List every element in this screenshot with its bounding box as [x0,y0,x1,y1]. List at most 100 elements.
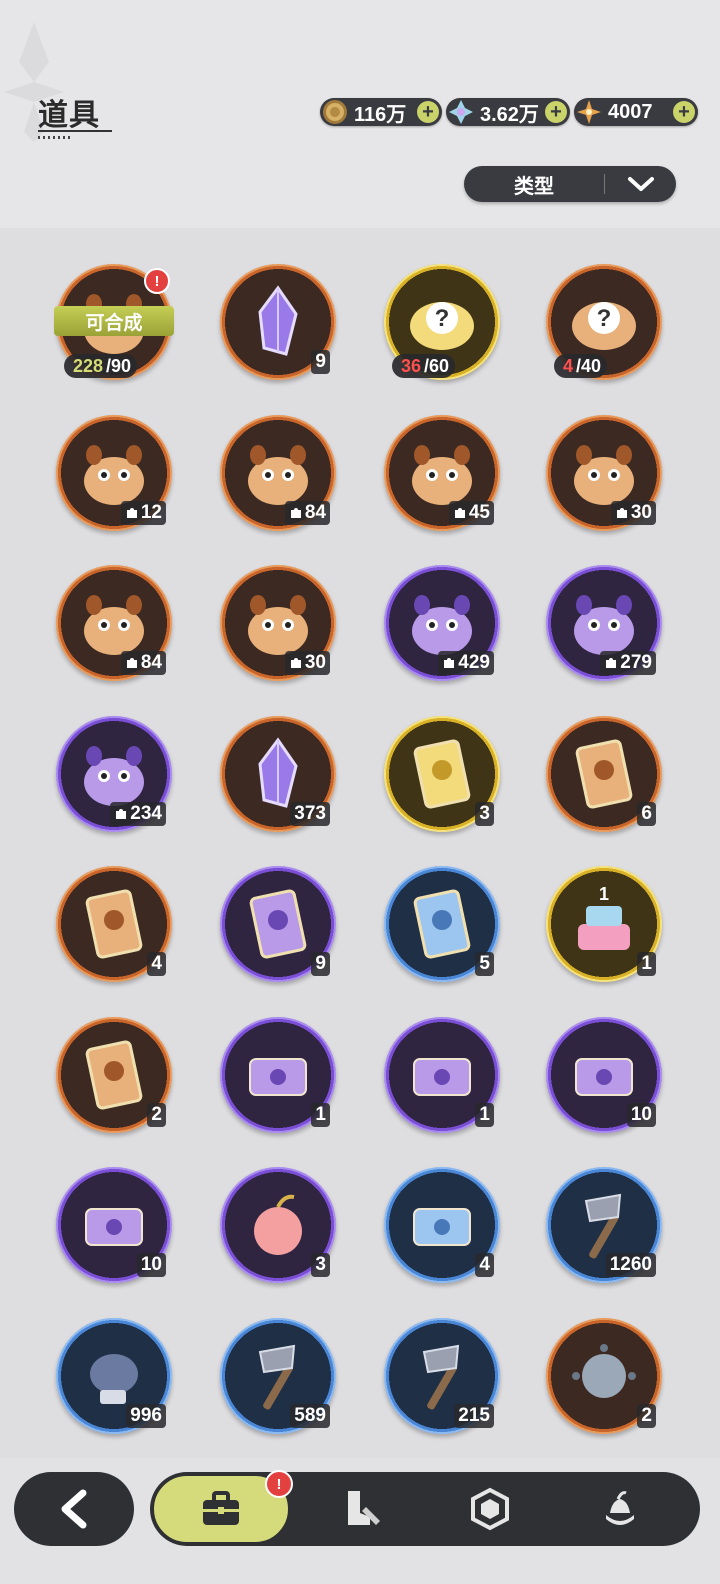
item-slot[interactable]: 1260 [546,1167,662,1283]
item-slot[interactable]: 5 [384,866,500,982]
count-value: 45 [468,501,490,523]
back-arrow-icon [61,1489,87,1529]
item-slot[interactable]: ? 36/60 [384,264,500,380]
item-count: 10 [626,1102,656,1127]
item-count: 234 [110,801,166,826]
item-count: 373 [290,801,330,826]
count-value: 1 [641,953,652,974]
fragment-have: 4 [563,355,574,376]
puzzle-icon [606,658,617,668]
item-slot[interactable]: 10 [56,1167,172,1283]
item-slot[interactable]: 1 [384,1016,500,1133]
item-slot[interactable]: 4 [56,866,172,982]
item-slot[interactable]: 84 [220,414,336,531]
item-slot[interactable]: 可合成 228/90! [54,264,174,380]
item-count: 1 [637,952,656,976]
count-value: 10 [140,1254,162,1275]
item-count: 9 [311,952,330,976]
item-slot[interactable]: 45 [384,414,500,531]
type-filter-dropdown[interactable]: 类型 [464,166,676,202]
item-slot[interactable]: 4 [384,1167,500,1283]
back-button[interactable] [14,1472,134,1546]
puzzle-icon [444,658,455,668]
title-dots [38,136,70,139]
item-slot[interactable]: 10 [546,1016,662,1133]
bag-alert-badge: ! [265,1470,293,1498]
count-value: 9 [315,351,326,372]
item-slot[interactable]: 589 [220,1317,336,1434]
item-slot[interactable]: 3 [220,1167,336,1283]
count-value: 589 [294,1404,326,1426]
item-slot[interactable]: 9 [220,264,336,380]
fragment-need: /90 [106,355,132,376]
add-crystal-button[interactable]: + [545,101,567,123]
item-count: 1 [475,1102,494,1127]
item-count: 9 [311,350,330,374]
item-slot[interactable]: ? 4/40 [546,264,662,380]
mystery-fragment-icon: ? [410,302,474,350]
count-value: 3 [315,1254,326,1275]
item-count: 1260 [605,1253,656,1277]
currency-star-gem[interactable]: 4007 + [574,98,698,126]
item-count: 4 [147,952,166,976]
puzzle-icon [290,507,301,518]
item-slot[interactable]: 3 [384,715,500,832]
item-slot[interactable]: 2 [56,1016,172,1133]
item-slot[interactable]: 30 [220,565,336,681]
tea-plate-icon [249,1057,307,1096]
count-value: 4 [479,1254,490,1275]
item-slot[interactable]: 279 [546,565,662,681]
count-value: 84 [304,501,326,523]
item-count: 10 [136,1253,166,1277]
item-slot[interactable]: 9 [220,866,336,982]
orange-card-icon [85,889,143,959]
item-slot[interactable]: 12 [56,414,172,531]
item-slot[interactable]: 429 [384,565,500,681]
count-value: 996 [130,1404,162,1426]
item-slot[interactable]: 2 [546,1317,662,1434]
item-count: 45 [448,500,494,525]
item-slot[interactable]: 373 [220,715,336,832]
mystery-fragment-icon: ? [572,302,636,350]
item-slot[interactable]: 11 [546,866,662,982]
item-slot[interactable]: 6 [546,715,662,832]
add-star-gem-button[interactable]: + [673,101,695,123]
count-value: 3 [479,802,490,824]
purple-card-icon [249,889,307,959]
tab-gem[interactable] [440,1472,540,1546]
item-count: 996 [126,1403,166,1428]
count-value: 30 [630,501,652,523]
item-slot[interactable]: 1 [220,1016,336,1133]
hexagon-gem-icon [471,1487,509,1531]
count-value: 1 [479,1103,490,1125]
apple-icon [254,1194,302,1255]
item-count: 3 [311,1253,330,1277]
svg-text:1: 1 [599,884,609,904]
item-count: 2 [637,1403,656,1428]
blue-card-icon [413,889,471,959]
item-slot[interactable]: 234 [56,715,172,832]
puzzle-icon [616,507,627,518]
tab-food[interactable] [570,1472,670,1546]
item-count: 6 [637,801,656,826]
item-slot[interactable]: 84 [56,565,172,681]
tab-equipment[interactable] [310,1472,410,1546]
count-value: 4 [151,953,162,974]
gold-card-icon [413,739,471,808]
item-slot[interactable]: 215 [384,1317,500,1434]
item-slot[interactable]: 996 [56,1317,172,1434]
spiked-mine-icon [572,1343,636,1398]
count-value: 1260 [609,1254,652,1275]
gift-box-icon [413,1057,471,1096]
count-value: 1 [315,1103,326,1125]
envelope-icon [413,1208,471,1246]
currency-gold[interactable]: 116万 + [320,98,442,126]
item-count: 2 [147,1102,166,1127]
add-gold-button[interactable]: + [417,101,439,123]
item-slot[interactable]: 30 [546,414,662,531]
title-underline [38,130,112,132]
count-value: 12 [140,501,162,523]
fragment-progress: 4/40 [554,354,608,378]
currency-crystal[interactable]: 3.62万 + [446,98,570,126]
item-count: 4 [475,1253,494,1277]
